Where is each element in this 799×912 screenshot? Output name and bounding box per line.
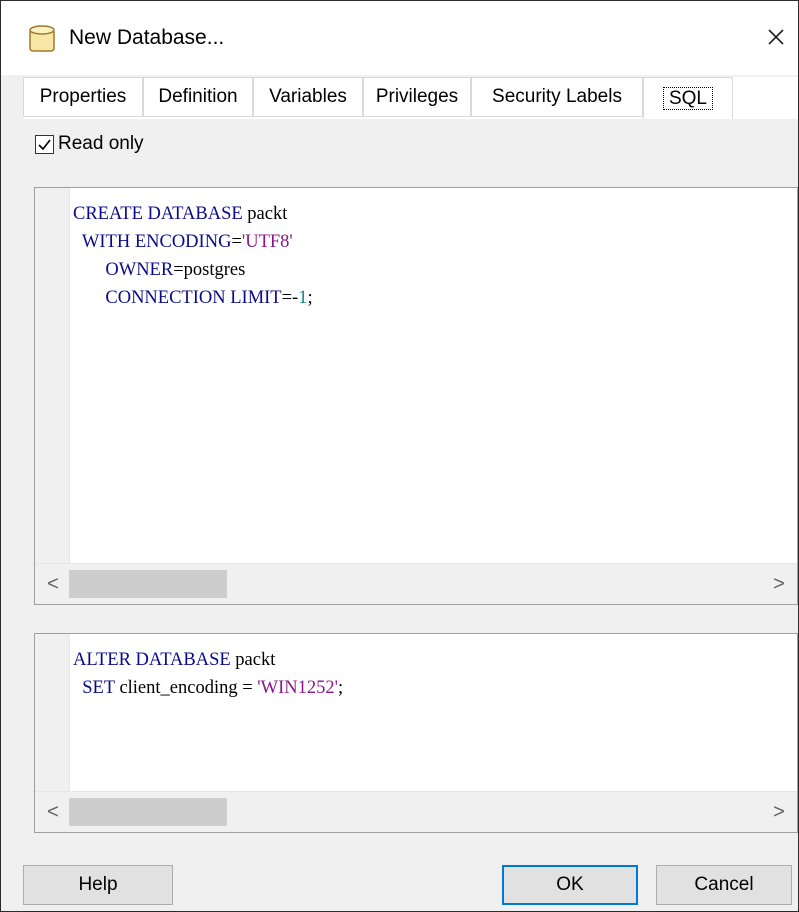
new-database-dialog: New Database... Properties Definition Va… — [0, 0, 799, 912]
tab-content-sql: Read only CREATE DATABASE packt WITH ENC… — [23, 119, 798, 847]
cancel-button[interactable]: Cancel — [656, 865, 792, 905]
token-text: =- — [281, 288, 299, 308]
token-str: 'UTF8' — [241, 232, 293, 252]
code-line: CREATE DATABASE packt — [73, 200, 313, 228]
token-text: =postgres — [173, 260, 246, 280]
token-kw: WITH ENCODING — [73, 232, 232, 252]
code-line: WITH ENCODING='UTF8' — [73, 228, 313, 256]
tab-privileges[interactable]: Privileges — [363, 77, 471, 117]
ok-button[interactable]: OK — [502, 865, 638, 905]
tab-label: Privileges — [375, 86, 459, 107]
code-line: CONNECTION LIMIT=-1; — [73, 284, 313, 312]
token-text: packt — [242, 204, 288, 224]
tab-label: SQL — [662, 87, 714, 110]
scroll-thumb[interactable] — [69, 798, 227, 826]
token-text: ; — [337, 678, 344, 698]
token-text: ; — [307, 288, 313, 308]
token-text: packt — [230, 650, 276, 670]
close-button[interactable] — [754, 15, 798, 59]
scroll-right-arrow[interactable]: > — [767, 800, 791, 824]
token-text: = — [231, 232, 242, 252]
token-kw: OWNER — [73, 260, 174, 280]
token-kw: CONNECTION LIMIT — [73, 288, 282, 308]
tab-label: Variables — [269, 86, 347, 107]
tab-bar: Properties Definition Variables Privileg… — [23, 77, 798, 119]
token-kw: SET — [73, 678, 115, 698]
checkbox-box[interactable] — [35, 134, 54, 154]
help-button[interactable]: Help — [23, 865, 173, 905]
token-str: 'WIN1252' — [257, 678, 338, 698]
token-kw: ALTER DATABASE — [73, 650, 231, 670]
title-bar: New Database... — [1, 1, 798, 75]
sql-horizontal-scrollbar[interactable]: < > — [35, 563, 797, 604]
editor-gutter — [35, 634, 70, 792]
tab-label: Security Labels — [492, 86, 622, 107]
code-line: ALTER DATABASE packt — [73, 646, 343, 674]
button-bar: Help OK Cancel — [1, 847, 798, 911]
scroll-left-arrow[interactable]: < — [41, 572, 65, 596]
editor-gutter — [35, 188, 70, 564]
tab-security-labels[interactable]: Security Labels — [471, 77, 643, 117]
alter-editor[interactable]: ALTER DATABASE packt SET client_encoding… — [34, 633, 798, 833]
tab-properties[interactable]: Properties — [23, 77, 143, 117]
check-icon — [38, 139, 51, 150]
code-line: SET client_encoding = 'WIN1252'; — [73, 674, 343, 702]
alter-horizontal-scrollbar[interactable]: < > — [35, 791, 797, 832]
token-kw: CREATE DATABASE — [73, 204, 243, 224]
code-line: OWNER=postgres — [73, 256, 313, 284]
read-only-label: Read only — [58, 133, 144, 154]
tab-label: Definition — [158, 86, 238, 107]
scroll-left-arrow[interactable]: < — [41, 800, 65, 824]
tab-label: Properties — [39, 86, 127, 107]
database-icon — [29, 25, 55, 52]
read-only-checkbox[interactable]: Read only — [35, 133, 144, 155]
scroll-right-arrow[interactable]: > — [767, 572, 791, 596]
token-text: client_encoding = — [114, 678, 258, 698]
scroll-thumb[interactable] — [69, 570, 227, 598]
tab-definition[interactable]: Definition — [143, 77, 253, 117]
tab-variables[interactable]: Variables — [253, 77, 363, 117]
window-title: New Database... — [69, 26, 225, 49]
alter-code[interactable]: ALTER DATABASE packt SET client_encoding… — [73, 646, 343, 702]
tab-sql[interactable]: SQL — [643, 77, 733, 119]
sql-editor[interactable]: CREATE DATABASE packt WITH ENCODING='UTF… — [34, 187, 798, 605]
close-icon — [768, 29, 784, 45]
sql-code[interactable]: CREATE DATABASE packt WITH ENCODING='UTF… — [73, 200, 313, 312]
